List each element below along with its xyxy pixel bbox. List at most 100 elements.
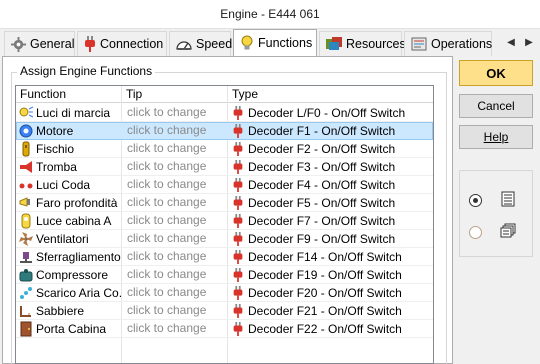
function-name: Sferragliamento: [36, 249, 121, 264]
plug-icon: [230, 177, 246, 193]
tip-cell[interactable]: click to change: [122, 194, 227, 212]
plug-icon: [230, 249, 246, 265]
group-label: Assign Engine Functions: [17, 64, 156, 78]
function-name: Luci di marcia: [36, 105, 111, 120]
type-cell[interactable]: Decoder F1 - On/Off Switch: [228, 122, 433, 140]
table-row[interactable]: Porta Cabina click to change Decoder F22 -…: [16, 320, 433, 338]
table-row[interactable]: Luci di marcia click to change Decoder L/F…: [16, 104, 433, 122]
type-cell[interactable]: Decoder F22 - On/Off Switch: [228, 320, 433, 338]
column-header-type[interactable]: Type: [228, 86, 433, 103]
table-header: Function Tip Type: [16, 86, 433, 103]
air-release-icon: [18, 285, 34, 301]
tip-cell[interactable]: click to change: [122, 212, 227, 230]
function-cell[interactable]: Porta Cabina: [16, 320, 121, 338]
tab-label: General: [30, 37, 75, 51]
motor-icon: [18, 123, 34, 139]
table-row[interactable]: Ventilatori click to change Decoder F9 - O…: [16, 230, 433, 248]
type-cell[interactable]: Decoder F21 - On/Off Switch: [228, 302, 433, 320]
view-details-radio[interactable]: [469, 194, 482, 207]
tip-cell[interactable]: click to change: [122, 122, 227, 140]
tip-cell[interactable]: click to change: [122, 302, 227, 320]
tab-functions[interactable]: Functions: [233, 29, 317, 56]
type-cell[interactable]: Decoder F20 - On/Off Switch: [228, 284, 433, 302]
table-row[interactable]: Compressore click to change Decoder F19 - …: [16, 266, 433, 284]
type-value: Decoder F4 - On/Off Switch: [248, 177, 396, 192]
tip-cell[interactable]: click to change: [122, 320, 227, 338]
plug-icon: [84, 36, 96, 52]
tab-connection[interactable]: Connection: [77, 31, 167, 56]
type-value: Decoder F20 - On/Off Switch: [248, 285, 402, 300]
tab-operations[interactable]: Operations: [404, 31, 492, 56]
function-cell[interactable]: Sferragliamento: [16, 248, 121, 266]
type-cell[interactable]: Decoder F5 - On/Off Switch: [228, 194, 433, 212]
type-value: Decoder F7 - On/Off Switch: [248, 213, 396, 228]
cancel-button[interactable]: Cancel: [459, 94, 533, 118]
function-cell[interactable]: Tromba: [16, 158, 121, 176]
type-value: Decoder F5 - On/Off Switch: [248, 195, 396, 210]
tip-cell[interactable]: click to change: [122, 176, 227, 194]
function-cell[interactable]: Ventilatori: [16, 230, 121, 248]
table-row[interactable]: Luci Coda click to change Decoder F4 - On/…: [16, 176, 433, 194]
type-cell[interactable]: Decoder F3 - On/Off Switch: [228, 158, 433, 176]
tab-label: Functions: [258, 36, 313, 50]
function-name: Scarico Aria Co...: [36, 285, 121, 300]
tab-resources[interactable]: Resources: [319, 31, 406, 56]
lightbulb-icon: [240, 35, 254, 51]
function-cell[interactable]: Luce cabina A: [16, 212, 121, 230]
tip-cell[interactable]: click to change: [122, 248, 227, 266]
function-cell[interactable]: Fischio: [16, 140, 121, 158]
table-row[interactable]: Luce cabina A click to change Decoder F7 -…: [16, 212, 433, 230]
type-cell[interactable]: Decoder L/F0 - On/Off Switch: [228, 104, 433, 122]
tip-cell[interactable]: click to change: [122, 140, 227, 158]
view-tiles-radio[interactable]: [469, 226, 482, 239]
tab-speed[interactable]: Speed: [169, 31, 232, 56]
details-view-icon: [501, 191, 515, 207]
tip-cell[interactable]: click to change: [122, 158, 227, 176]
ok-button[interactable]: OK: [459, 60, 533, 86]
tip-cell[interactable]: click to change: [122, 284, 227, 302]
plug-icon: [230, 141, 246, 157]
function-cell[interactable]: Motore: [16, 122, 121, 140]
type-cell[interactable]: Decoder F7 - On/Off Switch: [228, 212, 433, 230]
resources-icon: [326, 36, 342, 52]
gear-icon: [11, 36, 26, 52]
function-cell[interactable]: Luci Coda: [16, 176, 121, 194]
tab-general[interactable]: General: [4, 31, 75, 56]
plug-icon: [230, 195, 246, 211]
function-cell[interactable]: Faro profondità: [16, 194, 121, 212]
type-cell[interactable]: Decoder F2 - On/Off Switch: [228, 140, 433, 158]
plug-icon: [230, 105, 246, 121]
speedometer-icon: [176, 36, 192, 52]
function-cell[interactable]: Compressore: [16, 266, 121, 284]
tiles-view-icon: [500, 223, 516, 238]
table-row[interactable]: Fischio click to change Decoder F2 - On/Of…: [16, 140, 433, 158]
help-button[interactable]: Help: [459, 125, 533, 149]
type-cell[interactable]: Decoder F9 - On/Off Switch: [228, 230, 433, 248]
type-cell[interactable]: Decoder F19 - On/Off Switch: [228, 266, 433, 284]
tab-scroll-left-button[interactable]: ◀: [503, 33, 519, 51]
table-row[interactable]: Faro profondità click to change Decoder F5…: [16, 194, 433, 212]
functions-table[interactable]: Function Tip Type Luci di marcia click to…: [15, 85, 434, 364]
tip-cell[interactable]: click to change: [122, 230, 227, 248]
type-cell[interactable]: Decoder F4 - On/Off Switch: [228, 176, 433, 194]
tip-cell[interactable]: click to change: [122, 104, 227, 122]
table-row[interactable]: Motore click to change Decoder F1 - On/Off…: [16, 122, 433, 140]
column-header-tip[interactable]: Tip: [122, 86, 228, 103]
table-row[interactable]: Tromba click to change Decoder F3 - On/Off…: [16, 158, 433, 176]
table-row[interactable]: Sferragliamento click to change Decoder F1…: [16, 248, 433, 266]
function-cell[interactable]: Scarico Aria Co...: [16, 284, 121, 302]
table-row[interactable]: Sabbiere click to change Decoder F21 - On/…: [16, 302, 433, 320]
table-row[interactable]: Scarico Aria Co... click to change Decoder…: [16, 284, 433, 302]
type-cell[interactable]: Decoder F14 - On/Off Switch: [228, 248, 433, 266]
plug-icon: [230, 231, 246, 247]
type-value: Decoder F14 - On/Off Switch: [248, 249, 402, 264]
function-name: Motore: [36, 123, 74, 138]
plug-icon: [230, 303, 246, 319]
function-name: Fischio: [36, 141, 75, 156]
cab-light-icon: [18, 213, 34, 229]
tip-cell[interactable]: click to change: [122, 266, 227, 284]
function-cell[interactable]: Luci di marcia: [16, 104, 121, 122]
tab-scroll-right-button[interactable]: ▶: [521, 33, 537, 51]
column-header-function[interactable]: Function: [16, 86, 122, 103]
function-cell[interactable]: Sabbiere: [16, 302, 121, 320]
